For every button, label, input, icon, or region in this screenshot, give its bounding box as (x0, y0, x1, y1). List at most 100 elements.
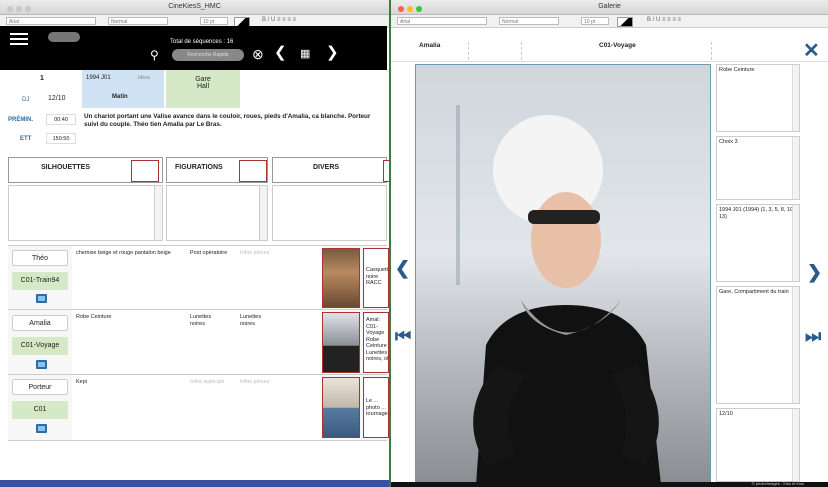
day-label: DJ (22, 97, 30, 103)
side-cell-scrollbar[interactable] (792, 287, 799, 403)
left-window-titlebar[interactable]: CineKiesS_HMC (0, 0, 389, 15)
note-cell[interactable]: Casquette noire RACC (363, 248, 389, 308)
costume-tag-field[interactable]: C01-Voyage (599, 42, 679, 49)
character-row[interactable]: Porteur C01 Kepi Infos autocats Infos pi… (8, 374, 389, 440)
zoom-dot[interactable] (416, 6, 422, 12)
note-text: Amal: C01-Voyage Robe Ceinture Lunettes … (366, 317, 389, 362)
quick-search-input[interactable]: Recherche Rapide (172, 49, 244, 61)
clear-search-icon[interactable]: ⊗ (252, 47, 264, 62)
character-name[interactable]: Amalia (12, 315, 68, 331)
minimize-dot[interactable] (407, 6, 413, 12)
makeup-text[interactable]: Infos pièces (240, 250, 280, 257)
duration-label-1: PRÉMIN. (8, 117, 34, 123)
side-cell-date[interactable]: 12/10 (716, 408, 800, 482)
character-row[interactable]: Amalia C01-Voyage Robe Ceinture Lunettes… (8, 309, 389, 374)
makeup-text[interactable]: Infos pièces (240, 379, 276, 386)
character-photo[interactable] (322, 248, 360, 308)
color-swatch[interactable] (617, 17, 633, 27)
figurations-count-box[interactable] (239, 160, 267, 182)
search-icon[interactable]: ⚲ (150, 48, 159, 63)
character-row[interactable]: Théo C01-Train94 chemise beige et rouge … (8, 245, 389, 309)
side-cell-scrollbar[interactable] (792, 137, 799, 199)
costume-tag[interactable]: C01-Voyage (12, 337, 68, 355)
duration-value-1[interactable]: 00:40 (46, 114, 76, 125)
text-style-controls[interactable]: B / U ≡ ≡ ≡ ≡ (262, 17, 296, 23)
divers-count-box[interactable] (383, 160, 389, 182)
costume-tag[interactable]: C01-Train94 (12, 272, 68, 290)
side-cell-scrollbar[interactable] (792, 65, 799, 131)
note-text: Le ... photo ... tournage (366, 398, 388, 417)
scene-info: 1 DJ 12/10 1994 J01 Idées Matin Gare Hal… (8, 70, 387, 155)
figurations-list[interactable] (166, 185, 268, 241)
accessories-text[interactable]: Lunettes noires (190, 314, 226, 327)
side-cell-scrollbar[interactable] (792, 205, 799, 281)
size-select[interactable]: 10 pt (581, 17, 609, 25)
silhouettes-scrollbar[interactable] (154, 186, 162, 240)
note-cell[interactable]: Amal: C01-Voyage Robe Ceinture Lunettes … (363, 312, 389, 373)
font-select[interactable]: Arial (6, 17, 96, 25)
costume-photo[interactable] (415, 64, 711, 484)
note-cell[interactable]: Le ... photo ... tournage (363, 377, 389, 438)
episode-label: 1994 J01 (86, 75, 111, 81)
divers-list[interactable] (272, 185, 387, 241)
mode-toggle[interactable] (48, 32, 80, 42)
character-name[interactable]: Théo (12, 250, 68, 266)
close-dot[interactable] (398, 6, 404, 12)
calendar-icon[interactable]: ▦ (300, 47, 310, 62)
episode-status: Idées (138, 75, 151, 81)
side-cell-costume[interactable]: Robe Ceinture (716, 64, 800, 132)
costume-tag[interactable]: C01 (12, 401, 68, 419)
photo-icon[interactable] (36, 424, 47, 433)
makeup-text[interactable]: Lunettes noires (240, 314, 276, 327)
minimize-dot[interactable] (16, 6, 22, 12)
figurations-header: FIGURATIONS (166, 157, 268, 183)
close-gallery-icon[interactable]: ✕ (803, 38, 820, 63)
galerie-footer: © photo/images - Kiss et Kiss (391, 481, 828, 487)
style-select[interactable]: Normal (499, 17, 559, 25)
next-photo-icon[interactable]: ❯ (807, 262, 822, 283)
size-select[interactable]: 10 pt (200, 17, 228, 25)
side-cell-scrollbar[interactable] (792, 409, 799, 481)
side-cell-episodes-text: 1994 J01 (1994) (1, 3, 5, 8, 10, 13) (719, 207, 795, 220)
text-style-controls[interactable]: B / U ≡ ≡ ≡ ≡ (647, 17, 681, 23)
previous-photo-icon[interactable]: ❮ (395, 258, 410, 279)
menu-icon[interactable] (10, 33, 28, 48)
previous-sequence-icon[interactable]: ❮ (274, 45, 287, 60)
episode-cell[interactable]: 1994 J01 Idées Matin (82, 70, 164, 108)
silhouettes-list[interactable] (8, 185, 163, 241)
photo-icon[interactable] (36, 294, 47, 303)
sequence-count: Total de séquences : 16 (170, 39, 234, 45)
character-photo[interactable] (322, 377, 360, 438)
style-select[interactable]: Normal (108, 17, 168, 25)
galerie-titlebar[interactable]: Galerie (391, 0, 828, 15)
accessories-text[interactable]: Post opératoire (190, 250, 232, 257)
cinekiss-window: CineKiesS_HMC Arial Normal 10 pt B / U ≡… (0, 0, 389, 487)
character-name-field[interactable]: Amalia (419, 42, 469, 60)
next-sequence-icon[interactable]: ❯ (326, 45, 339, 60)
last-photo-icon[interactable]: ⏭ (805, 326, 821, 347)
costume-text[interactable]: chemise beige et rouge pantalon beige (76, 250, 182, 257)
character-photo[interactable] (322, 312, 360, 373)
row-details: Kepi Infos autocats Infos pièces (72, 375, 322, 440)
character-name[interactable]: Porteur (12, 379, 68, 395)
header-divider (521, 42, 522, 60)
scene-date[interactable]: 12/10 (48, 95, 66, 102)
first-photo-icon[interactable]: ⏮ (395, 326, 411, 347)
silhouettes-count-box[interactable] (131, 160, 159, 182)
panels-row: SILHOUETTES FIGURATIONS DIVERS (8, 157, 389, 243)
close-dot[interactable] (7, 6, 13, 12)
side-cell-choice[interactable]: Choix 3 (716, 136, 800, 200)
side-cell-location[interactable]: Gare, Compartiment du train (716, 286, 800, 404)
left-empty-area (8, 440, 387, 480)
side-cell-episodes[interactable]: 1994 J01 (1994) (1, 3, 5, 8, 10, 13) (716, 204, 800, 282)
font-select[interactable]: Arial (397, 17, 487, 25)
location-cell[interactable]: Gare Hall (166, 70, 240, 108)
costume-text[interactable]: Kepi (76, 379, 116, 386)
zoom-dot[interactable] (25, 6, 31, 12)
duration-value-2[interactable]: 150:50 (46, 133, 76, 144)
figurations-scrollbar[interactable] (259, 186, 267, 240)
costume-text[interactable]: Robe Ceinture (76, 314, 116, 321)
accessories-text[interactable]: Infos autocats (190, 379, 226, 386)
photo-icon[interactable] (36, 360, 47, 369)
scene-description[interactable]: Un chariot portant une Valise avance dan… (84, 113, 386, 129)
